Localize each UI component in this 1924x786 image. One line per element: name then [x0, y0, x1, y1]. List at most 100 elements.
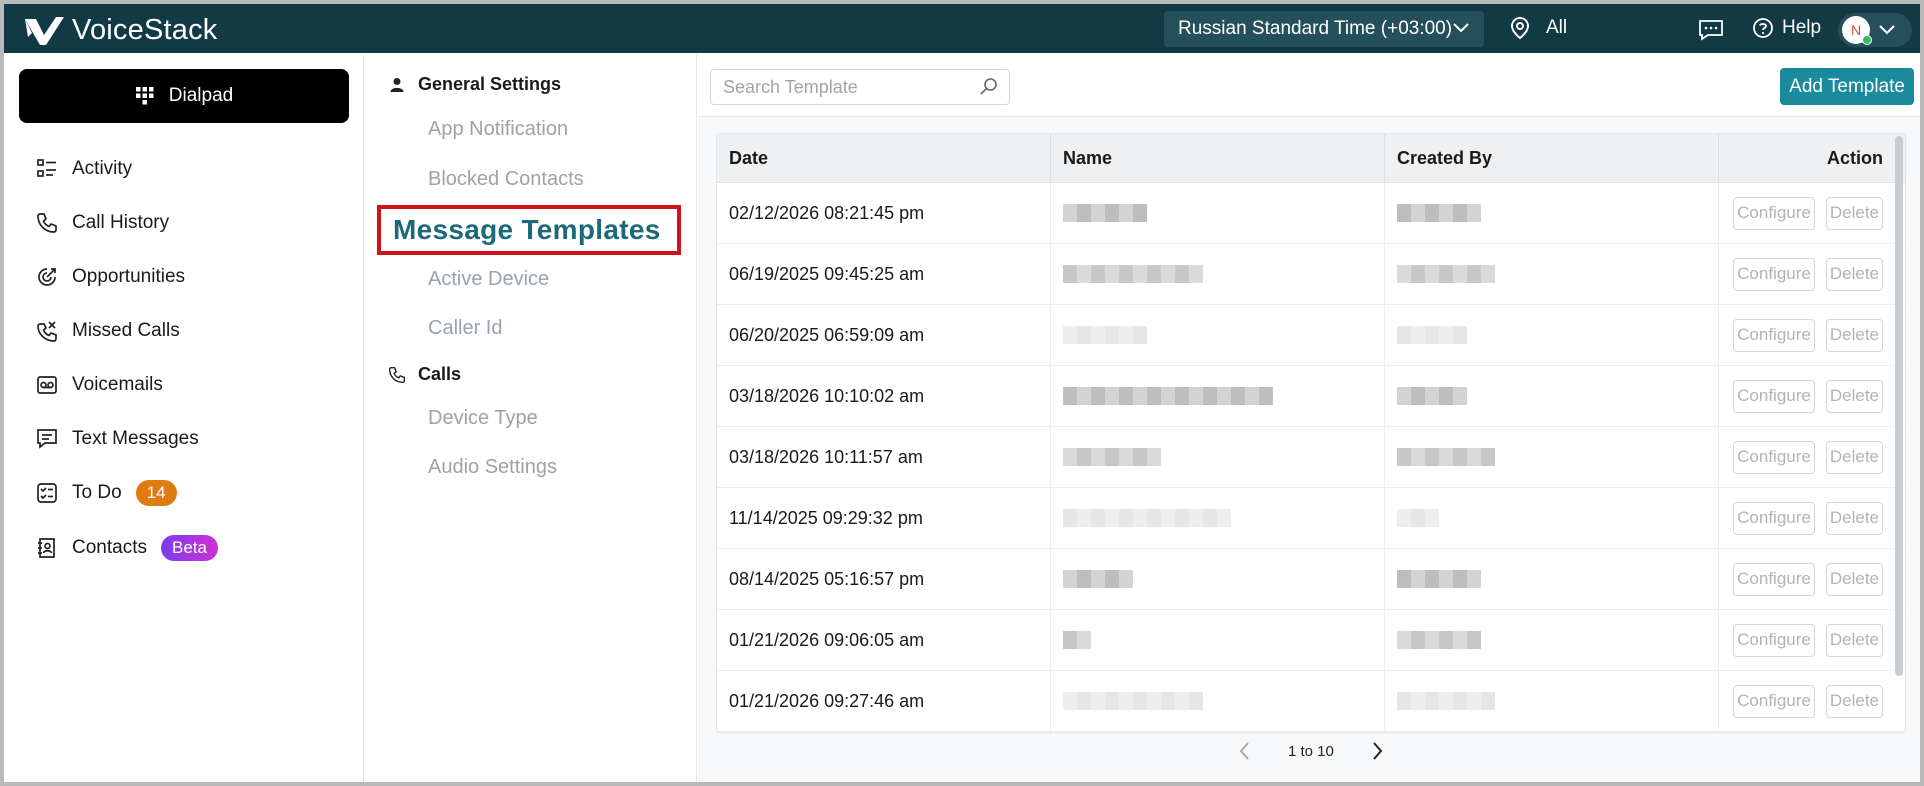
timezone-select[interactable]: Russian Standard Time (+03:00): [1164, 11, 1484, 47]
table-row[interactable]: 06/19/2025 09:45:25 am Configure Delete: [717, 244, 1905, 305]
search-box: [710, 69, 1010, 105]
menu-item-audio-settings[interactable]: Audio Settings: [428, 456, 557, 479]
menu-item-app-notification[interactable]: App Notification: [428, 118, 568, 141]
menu-item-message-templates[interactable]: Message Templates: [377, 205, 681, 255]
created-by-cell: [1385, 549, 1719, 609]
add-template-button[interactable]: Add Template: [1780, 68, 1914, 105]
sidebar-item-missed-calls[interactable]: Missed Calls: [34, 318, 180, 344]
created-by-cell: [1385, 610, 1719, 670]
sidebar-item-activity[interactable]: Activity: [34, 156, 132, 182]
scrollbar[interactable]: [1895, 136, 1903, 676]
delete-button[interactable]: Delete: [1825, 318, 1883, 352]
pagination-label: 1 to 10: [1288, 742, 1334, 760]
configure-button[interactable]: Configure: [1733, 440, 1815, 474]
delete-button[interactable]: Delete: [1825, 379, 1883, 413]
column-date[interactable]: Date: [717, 134, 1051, 183]
configure-button[interactable]: Configure: [1733, 379, 1815, 413]
table-row[interactable]: 03/18/2026 10:11:57 am Configure Delete: [717, 427, 1905, 488]
chevron-left-icon[interactable]: [1238, 741, 1252, 761]
beta-badge: Beta: [160, 535, 218, 561]
menu-item-active-device[interactable]: Active Device: [428, 268, 549, 291]
date-cell: 06/19/2025 09:45:25 am: [717, 244, 1051, 304]
configure-button[interactable]: Configure: [1733, 196, 1815, 230]
logo[interactable]: VoiceStack: [22, 14, 217, 47]
table-row[interactable]: 01/21/2026 09:06:05 am Configure Delete: [717, 610, 1905, 671]
user-menu[interactable]: N: [1838, 13, 1912, 47]
delete-button[interactable]: Delete: [1825, 501, 1883, 535]
voicestack-logo-icon: [25, 16, 64, 45]
help-button[interactable]: Help: [1752, 17, 1821, 39]
general-settings-heading: General Settings: [387, 74, 561, 95]
sidebar-item-voicemails[interactable]: Voicemails: [34, 372, 163, 398]
delete-button[interactable]: Delete: [1825, 623, 1883, 657]
action-cell: Configure Delete: [1719, 244, 1905, 304]
date-cell: 02/12/2026 08:21:45 pm: [717, 183, 1051, 243]
dialpad-icon: [135, 87, 154, 105]
date-cell: 03/18/2026 10:11:57 am: [717, 427, 1051, 487]
table-row[interactable]: 02/12/2026 08:21:45 pm Configure Delete: [717, 183, 1905, 244]
action-cell: Configure Delete: [1719, 671, 1905, 731]
delete-button[interactable]: Delete: [1825, 684, 1883, 718]
redacted-text: [1063, 265, 1203, 283]
location-filter[interactable]: All: [1510, 16, 1567, 40]
redacted-text: [1397, 692, 1495, 710]
configure-button[interactable]: Configure: [1733, 257, 1815, 291]
user-icon: [387, 77, 407, 93]
chevron-right-icon[interactable]: [1370, 741, 1384, 761]
redacted-text: [1063, 387, 1273, 405]
date-cell: 06/20/2025 06:59:09 am: [717, 305, 1051, 365]
sidebar-item-contacts[interactable]: Contacts Beta: [34, 535, 218, 561]
chevron-down-icon: [1879, 25, 1895, 35]
location-pin-icon: [1510, 16, 1530, 40]
app-window: VoiceStack Russian Standard Time (+03:00…: [0, 0, 1924, 786]
table-row[interactable]: 03/18/2026 10:10:02 am Configure Delete: [717, 366, 1905, 427]
redacted-text: [1063, 204, 1147, 222]
redacted-text: [1063, 448, 1161, 466]
action-cell: Configure Delete: [1719, 305, 1905, 365]
phone-icon: [387, 366, 407, 384]
date-cell: 01/21/2026 09:27:46 am: [717, 671, 1051, 731]
delete-button[interactable]: Delete: [1825, 562, 1883, 596]
search-icon[interactable]: [979, 77, 999, 97]
table-row[interactable]: 11/14/2025 09:29:32 pm Configure Delete: [717, 488, 1905, 549]
created-by-cell: [1385, 427, 1719, 487]
redacted-text: [1397, 265, 1495, 283]
redacted-text: [1063, 631, 1091, 649]
missed-call-icon: [34, 318, 60, 344]
sidebar-item-opportunities[interactable]: Opportunities: [34, 264, 185, 290]
configure-button[interactable]: Configure: [1733, 562, 1815, 596]
delete-button[interactable]: Delete: [1825, 196, 1883, 230]
chat-icon[interactable]: [1698, 19, 1724, 41]
table-row[interactable]: 06/20/2025 06:59:09 am Configure Delete: [717, 305, 1905, 366]
menu-item-blocked-contacts[interactable]: Blocked Contacts: [428, 168, 584, 191]
sidebar-item-label: Activity: [72, 158, 133, 179]
dialpad-button[interactable]: Dialpad: [19, 69, 349, 123]
configure-button[interactable]: Configure: [1733, 623, 1815, 657]
name-cell: [1051, 549, 1385, 609]
configure-button[interactable]: Configure: [1733, 501, 1815, 535]
date-cell: 03/18/2026 10:10:02 am: [717, 366, 1051, 426]
sidebar-item-call-history[interactable]: Call History: [34, 210, 169, 236]
menu-item-caller-id[interactable]: Caller Id: [428, 317, 502, 340]
avatar-initial: N: [1850, 22, 1862, 38]
table-row[interactable]: 08/14/2025 05:16:57 pm Configure Delete: [717, 549, 1905, 610]
column-created-by[interactable]: Created By: [1385, 134, 1719, 183]
column-name[interactable]: Name: [1051, 134, 1385, 183]
sidebar-item-to-do[interactable]: To Do 14: [34, 480, 177, 506]
redacted-text: [1397, 570, 1481, 588]
table-body: 02/12/2026 08:21:45 pm Configure Delete 06/…: [717, 183, 1905, 732]
configure-button[interactable]: Configure: [1733, 318, 1815, 352]
sidebar-item-text-messages[interactable]: Text Messages: [34, 426, 199, 452]
dialpad-label: Dialpad: [168, 85, 234, 106]
configure-button[interactable]: Configure: [1733, 684, 1815, 718]
menu-item-device-type[interactable]: Device Type: [428, 407, 538, 430]
table-row[interactable]: 01/21/2026 09:27:46 am Configure Delete: [717, 671, 1905, 732]
timezone-value: Russian Standard Time (+03:00): [1178, 18, 1453, 39]
search-input[interactable]: [711, 70, 961, 104]
delete-button[interactable]: Delete: [1825, 440, 1883, 474]
help-icon: [1753, 18, 1773, 38]
settings-menu: General Settings App Notification Blocke…: [365, 53, 697, 782]
avatar: N: [1842, 16, 1872, 45]
delete-button[interactable]: Delete: [1825, 257, 1883, 291]
table-header: Date Name Created By Action: [717, 134, 1905, 183]
